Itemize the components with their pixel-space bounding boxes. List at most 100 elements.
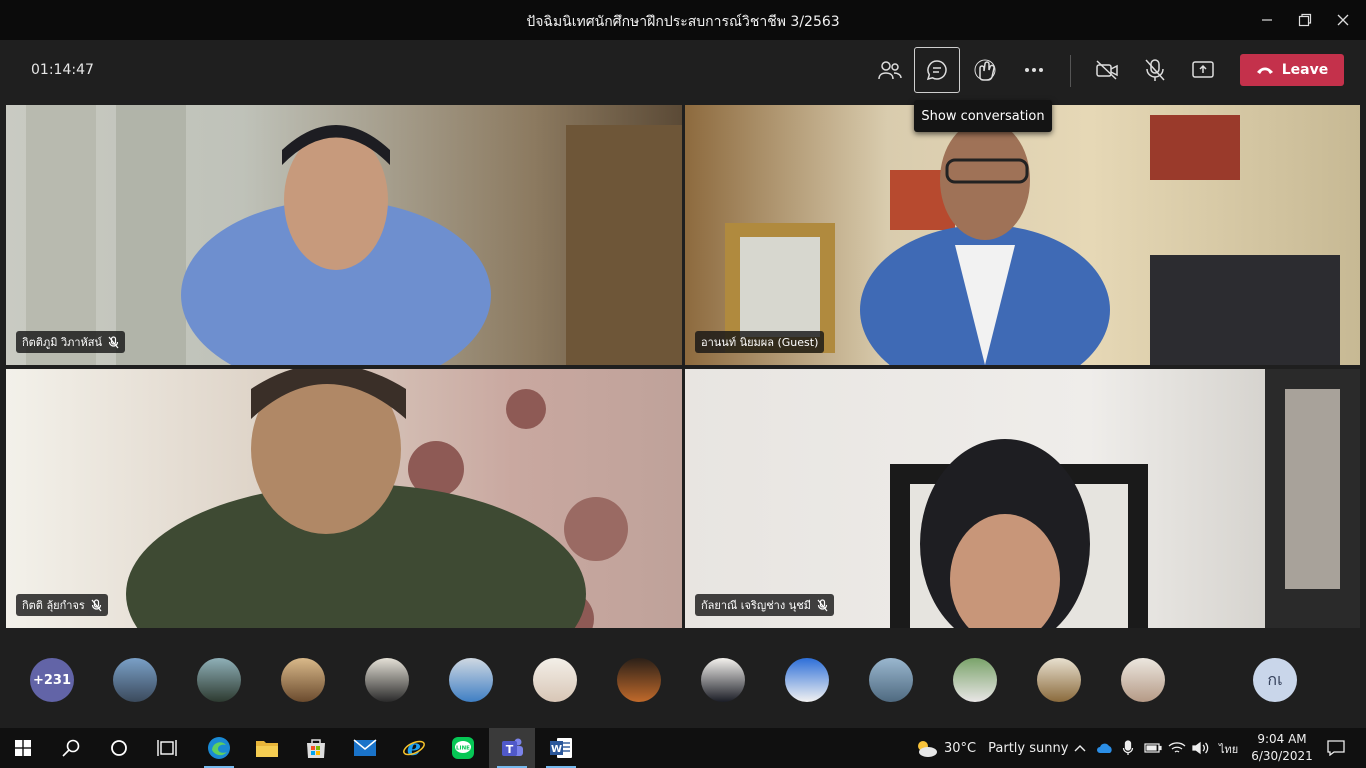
clock-time: 9:04 AM <box>1257 732 1307 746</box>
search-icon <box>62 739 80 757</box>
taskbar-line[interactable]: LINE <box>440 728 486 768</box>
notification-center-button[interactable] <box>1316 728 1356 768</box>
participant-name-tag: กัลยาณี เจริญช่าง นุชมี <box>695 594 834 616</box>
svg-text:LINE: LINE <box>456 746 470 752</box>
network-tray[interactable] <box>1166 728 1188 768</box>
close-icon <box>1337 14 1349 26</box>
close-button[interactable] <box>1320 0 1366 40</box>
partly-sunny-icon <box>918 741 937 757</box>
toolbar-separator <box>1070 55 1071 87</box>
video-tile-3[interactable]: กิตติ ลุ้ยกำจร <box>6 369 682 628</box>
video-tile-4[interactable]: กัลยาณี เจริญช่าง นุชมี <box>685 369 1360 628</box>
avatar[interactable] <box>1037 658 1081 702</box>
system-clock[interactable]: 9:04 AM 6/30/2021 <box>1249 731 1315 765</box>
battery-tray[interactable] <box>1142 728 1164 768</box>
participants-button[interactable] <box>867 47 913 93</box>
file-explorer-icon <box>256 741 278 757</box>
tray-overflow-button[interactable] <box>1070 728 1090 768</box>
minimize-icon <box>1262 19 1272 21</box>
participant-name-tag: กิตติภูมิ วิภาหัสน์ <box>16 331 126 353</box>
taskbar-mail[interactable] <box>342 728 388 768</box>
word-icon: W <box>550 738 572 758</box>
avatar[interactable] <box>701 658 745 702</box>
mail-icon <box>353 739 377 756</box>
start-button[interactable] <box>0 728 46 768</box>
avatar[interactable] <box>617 658 661 702</box>
participant-name: กัลยาณี เจริญช่าง นุชมี <box>701 599 811 612</box>
taskbar-store[interactable] <box>293 728 339 768</box>
task-view-button[interactable] <box>144 728 190 768</box>
avatar[interactable] <box>869 658 913 702</box>
leave-button[interactable]: Leave <box>1240 54 1344 86</box>
avatar[interactable] <box>197 658 241 702</box>
taskbar: e LINE T W 30°C Partly sunny ไทย 9:04 AM… <box>0 728 1366 768</box>
cortana-icon <box>111 740 127 756</box>
chat-button[interactable] <box>914 47 960 93</box>
clock-date: 6/30/2021 <box>1251 749 1313 763</box>
onedrive-tray[interactable] <box>1094 728 1116 768</box>
taskbar-file-explorer[interactable] <box>244 728 290 768</box>
phone-hangup-icon <box>1256 67 1273 74</box>
mic-muted-icon <box>91 598 102 611</box>
ie-icon: e <box>403 736 425 760</box>
speaker-icon <box>1192 741 1209 755</box>
battery-icon <box>1144 743 1162 753</box>
reactions-icon <box>974 59 996 81</box>
taskbar-internet-explorer[interactable]: e <box>391 728 437 768</box>
participant-name: อานนท์ นิยมผล (Guest) <box>701 336 819 349</box>
meeting-timer: 01:14:47 <box>31 62 94 78</box>
avatar[interactable] <box>1121 658 1165 702</box>
mic-toggle-button[interactable] <box>1132 47 1178 93</box>
svg-text:W: W <box>551 744 562 755</box>
participants-icon <box>878 61 902 80</box>
participant-name: กิตติ ลุ้ยกำจร <box>22 599 85 612</box>
more-options-button[interactable] <box>1011 47 1057 93</box>
participants-strip: +231 กเ <box>0 632 1366 728</box>
volume-tray[interactable] <box>1190 728 1212 768</box>
avatar[interactable] <box>953 658 997 702</box>
avatar[interactable] <box>365 658 409 702</box>
search-button[interactable] <box>48 728 94 768</box>
weather-desc: Partly sunny <box>988 740 1069 756</box>
participant-name: กิตติภูมิ วิภาหัสน์ <box>22 336 103 349</box>
reactions-button[interactable] <box>962 47 1008 93</box>
more-participants-button[interactable]: +231 <box>30 658 74 702</box>
initials-avatar[interactable]: กเ <box>1253 658 1297 702</box>
cortana-button[interactable] <box>96 728 142 768</box>
share-icon <box>1192 61 1214 78</box>
avatar[interactable] <box>281 658 325 702</box>
video-feed-3 <box>126 369 628 628</box>
avatar[interactable] <box>533 658 577 702</box>
notification-icon <box>1327 740 1345 756</box>
microphone-icon <box>1122 740 1134 755</box>
title-bar: ปัจฉิมนิเทศนักศึกษาฝึกประสบการณ์วิชาชีพ … <box>0 0 1366 40</box>
leave-label: Leave <box>1281 62 1329 78</box>
line-icon: LINE <box>452 737 474 759</box>
camera-toggle-button[interactable] <box>1084 47 1130 93</box>
mic-off-icon <box>1145 59 1165 81</box>
avatar[interactable] <box>785 658 829 702</box>
avatar[interactable] <box>449 658 493 702</box>
edge-icon <box>208 737 230 759</box>
task-view-icon <box>157 740 177 756</box>
weather-widget[interactable]: 30°C Partly sunny <box>914 728 1068 768</box>
windows-start-icon <box>15 740 31 756</box>
svg-text:e: e <box>407 736 421 760</box>
taskbar-word[interactable]: W <box>538 728 584 768</box>
video-tile-2[interactable]: อานนท์ นิยมผล (Guest) <box>685 105 1360 365</box>
video-feed-1 <box>26 105 682 365</box>
video-tile-1[interactable]: กิตติภูมิ วิภาหัสน์ <box>6 105 682 365</box>
video-feed-2 <box>725 115 1340 365</box>
chevron-up-icon <box>1074 745 1086 752</box>
participant-name-tag: กิตติ ลุ้ยกำจร <box>16 594 108 616</box>
wifi-icon <box>1168 742 1186 753</box>
video-feed-4 <box>890 369 1360 628</box>
avatar[interactable] <box>113 658 157 702</box>
microphone-tray[interactable] <box>1118 728 1138 768</box>
input-language[interactable]: ไทย <box>1219 740 1238 758</box>
weather-temp: 30°C <box>944 740 977 756</box>
camera-off-icon <box>1096 60 1118 80</box>
share-screen-button[interactable] <box>1180 47 1226 93</box>
taskbar-teams[interactable]: T <box>489 728 535 768</box>
taskbar-edge[interactable] <box>196 728 242 768</box>
